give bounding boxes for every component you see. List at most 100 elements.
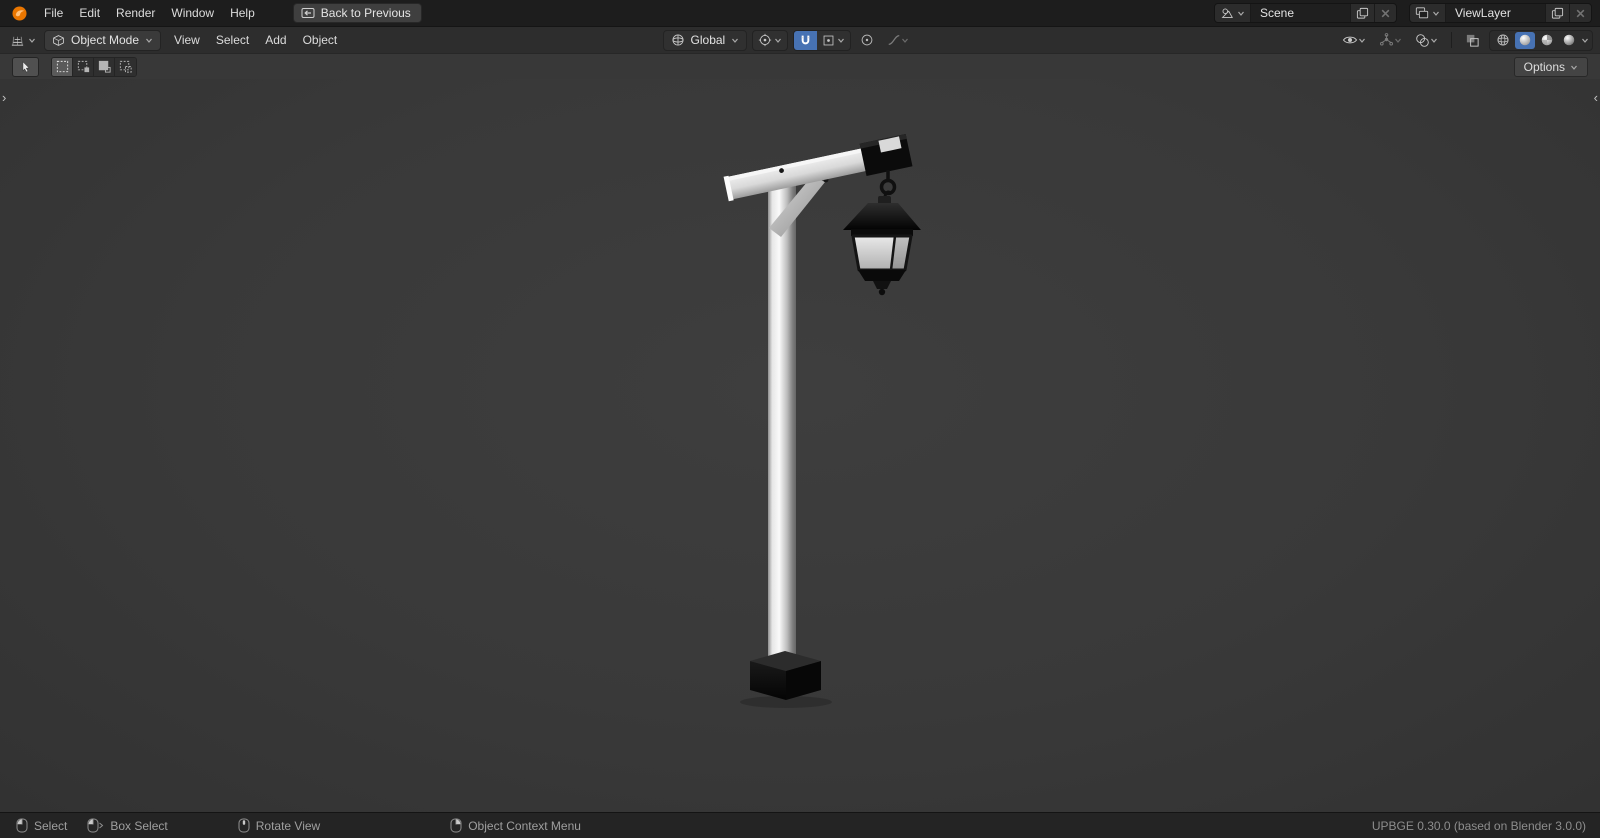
tweak-tool-button[interactable] <box>12 56 39 77</box>
menu-edit[interactable]: Edit <box>71 3 108 23</box>
mouse-left-click-icon <box>16 818 28 833</box>
options-dropdown[interactable]: Options <box>1513 56 1588 77</box>
tweak-tool-icon <box>22 60 30 73</box>
editor-type-button[interactable] <box>7 31 39 50</box>
remove-scene-button[interactable] <box>1374 4 1396 22</box>
mode-label: Object Mode <box>71 33 140 47</box>
duplicate-icon <box>1356 7 1369 19</box>
chevron-down-icon <box>1238 11 1244 16</box>
editor-type-icon <box>11 36 24 46</box>
mode-dropdown[interactable]: Object Mode <box>44 29 162 51</box>
object-mode-icon <box>53 34 64 46</box>
menu-add[interactable]: Add <box>257 30 294 50</box>
lantern-hook[interactable] <box>879 170 897 199</box>
remove-viewlayer-button[interactable] <box>1569 4 1591 22</box>
box-select-icon <box>56 60 68 73</box>
overlays-icon <box>1416 33 1429 47</box>
shading-mode-group <box>1489 29 1593 51</box>
chevron-down-icon <box>732 38 739 43</box>
chevron-down-icon[interactable] <box>1581 36 1589 44</box>
global-orientation-icon <box>672 34 684 46</box>
topbar-menus: File Edit Render Window Help <box>36 3 263 23</box>
viewlayer-name-field[interactable]: ViewLayer <box>1445 4 1545 22</box>
back-to-previous-button[interactable]: Back to Previous <box>292 3 422 23</box>
transform-orientation-dropdown[interactable]: Global <box>662 29 748 51</box>
wireframe-shading-icon <box>1497 34 1509 46</box>
chevron-down-icon <box>1395 38 1401 43</box>
proportional-falloff-dropdown[interactable] <box>883 30 913 51</box>
snap-settings-button[interactable] <box>817 31 850 50</box>
pivot-point-dropdown <box>752 29 789 51</box>
box-select-subtract-icon <box>98 60 111 73</box>
browse-viewlayer-button[interactable] <box>1410 4 1445 22</box>
options-label: Options <box>1523 59 1565 74</box>
gizmo-dropdown[interactable] <box>1375 30 1406 51</box>
back-label: Back to Previous <box>320 6 411 20</box>
app-menu-button[interactable] <box>8 2 30 24</box>
lamp-base[interactable] <box>750 651 821 700</box>
menu-file[interactable]: File <box>36 3 71 23</box>
xray-toggle[interactable] <box>1461 30 1484 51</box>
snap-target-icon <box>823 35 834 45</box>
status-hint-box-select: Box Select <box>87 818 168 833</box>
orientation-label: Global <box>690 33 726 47</box>
status-label: Box Select <box>110 818 168 833</box>
status-label: Object Context Menu <box>468 818 581 833</box>
pivot-point-button[interactable] <box>753 31 787 50</box>
menu-select[interactable]: Select <box>208 30 257 50</box>
solid-shading-button[interactable] <box>1515 31 1535 49</box>
box-select-intersect-button[interactable] <box>115 57 136 76</box>
proportional-editing-icon <box>861 34 873 46</box>
box-select-set-button[interactable] <box>52 57 73 76</box>
box-select-extend-icon <box>77 60 89 73</box>
new-scene-button[interactable] <box>1350 4 1374 22</box>
overlays-dropdown[interactable] <box>1411 30 1442 51</box>
status-hint-rotate-view: Rotate View <box>238 818 320 833</box>
new-viewlayer-button[interactable] <box>1545 4 1569 22</box>
material-shading-button[interactable] <box>1537 32 1557 49</box>
lantern[interactable] <box>843 196 921 296</box>
proportional-editing-toggle[interactable] <box>856 30 878 51</box>
viewlayer-selector: ViewLayer <box>1409 3 1592 23</box>
box-select-mode-group <box>51 56 137 77</box>
menu-help[interactable]: Help <box>222 3 263 23</box>
rendered-shading-button[interactable] <box>1559 32 1579 49</box>
close-icon <box>1381 9 1390 17</box>
menu-object[interactable]: Object <box>295 30 346 50</box>
falloff-curve-icon <box>888 35 900 45</box>
chevron-down-icon <box>838 38 845 43</box>
wireframe-shading-button[interactable] <box>1493 32 1513 49</box>
box-select-extend-button[interactable] <box>73 57 94 76</box>
box-select-subtract-button[interactable] <box>94 57 115 76</box>
object-visibility-dropdown[interactable] <box>1338 30 1370 51</box>
gizmo-icon <box>1380 32 1393 45</box>
snap-controls <box>793 29 852 51</box>
material-shading-icon <box>1541 34 1553 46</box>
snap-toggle-button[interactable] <box>794 30 818 50</box>
lamp-pole[interactable] <box>768 179 796 663</box>
xray-icon <box>1466 34 1479 47</box>
snap-magnet-icon <box>801 35 810 44</box>
tool-settings-bar: Options <box>0 53 1600 79</box>
status-hint-select: Select <box>16 818 67 833</box>
scene-selector: Scene <box>1214 3 1397 23</box>
menu-view[interactable]: View <box>166 30 208 50</box>
chevron-down-icon <box>146 38 153 43</box>
chevron-down-icon <box>775 38 782 43</box>
back-icon <box>301 8 315 18</box>
viewport-3d[interactable]: › ‹ <box>0 79 1600 812</box>
viewlayer-icon <box>1415 7 1429 19</box>
browse-scene-button[interactable] <box>1215 4 1250 22</box>
lamp-post-model[interactable] <box>0 79 1600 812</box>
menu-render[interactable]: Render <box>108 3 163 23</box>
chevron-down-icon <box>1359 38 1365 43</box>
visibility-eye-icon <box>1342 36 1358 44</box>
upbge-logo-icon <box>11 5 27 21</box>
menu-window[interactable]: Window <box>163 3 222 23</box>
close-icon <box>1576 9 1585 17</box>
viewport-menus: View Select Add Object <box>166 30 345 50</box>
rendered-shading-icon <box>1563 34 1575 46</box>
header-separator <box>1451 32 1452 48</box>
pivot-point-icon <box>759 33 772 47</box>
scene-name-field[interactable]: Scene <box>1250 4 1350 22</box>
